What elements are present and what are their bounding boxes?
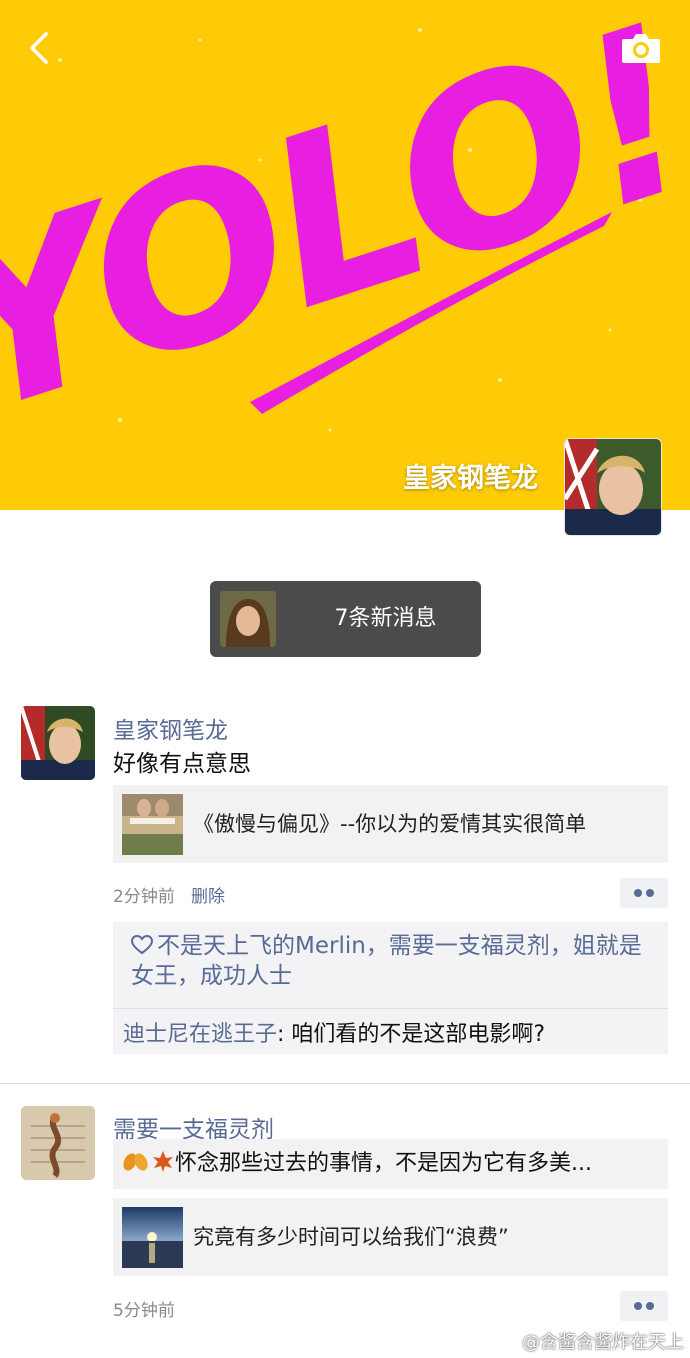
likes-row: 不是天上飞的Merlin，需要一支福灵剂，姐就是女王，成功人士 [113, 922, 668, 1008]
cover-image[interactable]: YOLO! 皇家钢笔龙 [0, 0, 690, 510]
delete-button[interactable]: 删除 [191, 882, 225, 907]
profile-name: 皇家钢笔龙 [403, 463, 538, 494]
yolo-artwork: YOLO! [0, 0, 690, 467]
comments-panel: 不是天上飞的Merlin，需要一支福灵剂，姐就是女王，成功人士 迪士尼在逃王子:… [113, 922, 668, 1054]
likes-names[interactable]: 不是天上飞的Merlin，需要一支福灵剂，姐就是女王，成功人士 [131, 933, 642, 989]
camera-icon [622, 34, 660, 63]
profile-avatar[interactable] [564, 438, 662, 536]
new-message-avatar [220, 591, 276, 647]
post-text: 好像有点意思 [113, 751, 251, 777]
more-actions-button[interactable] [620, 878, 668, 908]
more-actions-button[interactable] [620, 1291, 668, 1321]
dot-icon [646, 1302, 654, 1310]
shared-link-card[interactable]: 究竟有多少时间可以给我们“浪费” [113, 1198, 668, 1276]
camera-button[interactable] [620, 30, 662, 66]
heart-icon [131, 935, 153, 955]
divider [113, 1008, 668, 1009]
comment-text: 咱们看的不是这部电影啊? [291, 1022, 546, 1047]
new-messages-label: 7条新消息 [334, 606, 437, 631]
quote-text: 怀念那些过去的事情，不是因为它有多美... [175, 1151, 592, 1176]
post-author-avatar[interactable] [21, 706, 95, 780]
chevron-left-icon [30, 32, 48, 64]
link-thumbnail [122, 1207, 183, 1268]
dot-icon [634, 889, 642, 897]
post-author-avatar[interactable] [21, 1106, 95, 1180]
post-divider [0, 1083, 690, 1084]
avatar-photo [565, 439, 661, 535]
quoted-text-box[interactable]: 怀念那些过去的事情，不是因为它有多美... [113, 1139, 668, 1189]
quote-line: 怀念那些过去的事情，不是因为它有多美... [121, 1139, 592, 1189]
back-button[interactable] [22, 28, 62, 68]
shared-link-card[interactable]: 《傲慢与偏见》--你以为的爱情其实很简单 [113, 785, 668, 863]
comment-separator: : [277, 1022, 292, 1047]
dot-icon [634, 1302, 642, 1310]
post-timestamp: 2分钟前 [113, 887, 175, 907]
comment-item[interactable]: 迪士尼在逃王子: 咱们看的不是这部电影啊? [123, 1016, 545, 1048]
new-messages-button[interactable]: 7条新消息 [210, 581, 481, 657]
post-timestamp: 5分钟前 [113, 1301, 175, 1321]
post-author-name[interactable]: 皇家钢笔龙 [113, 711, 228, 745]
weibo-watermark: @含酱含酱炸在天上 [522, 1332, 684, 1353]
leaves-emoji-icon [123, 1151, 173, 1172]
link-title: 《傲慢与偏见》--你以为的爱情其实很简单 [193, 812, 587, 836]
link-thumbnail [122, 794, 183, 855]
link-title: 究竟有多少时间可以给我们“浪费” [193, 1225, 509, 1249]
comment-author[interactable]: 迪士尼在逃王子 [123, 1022, 277, 1047]
dot-icon [646, 889, 654, 897]
